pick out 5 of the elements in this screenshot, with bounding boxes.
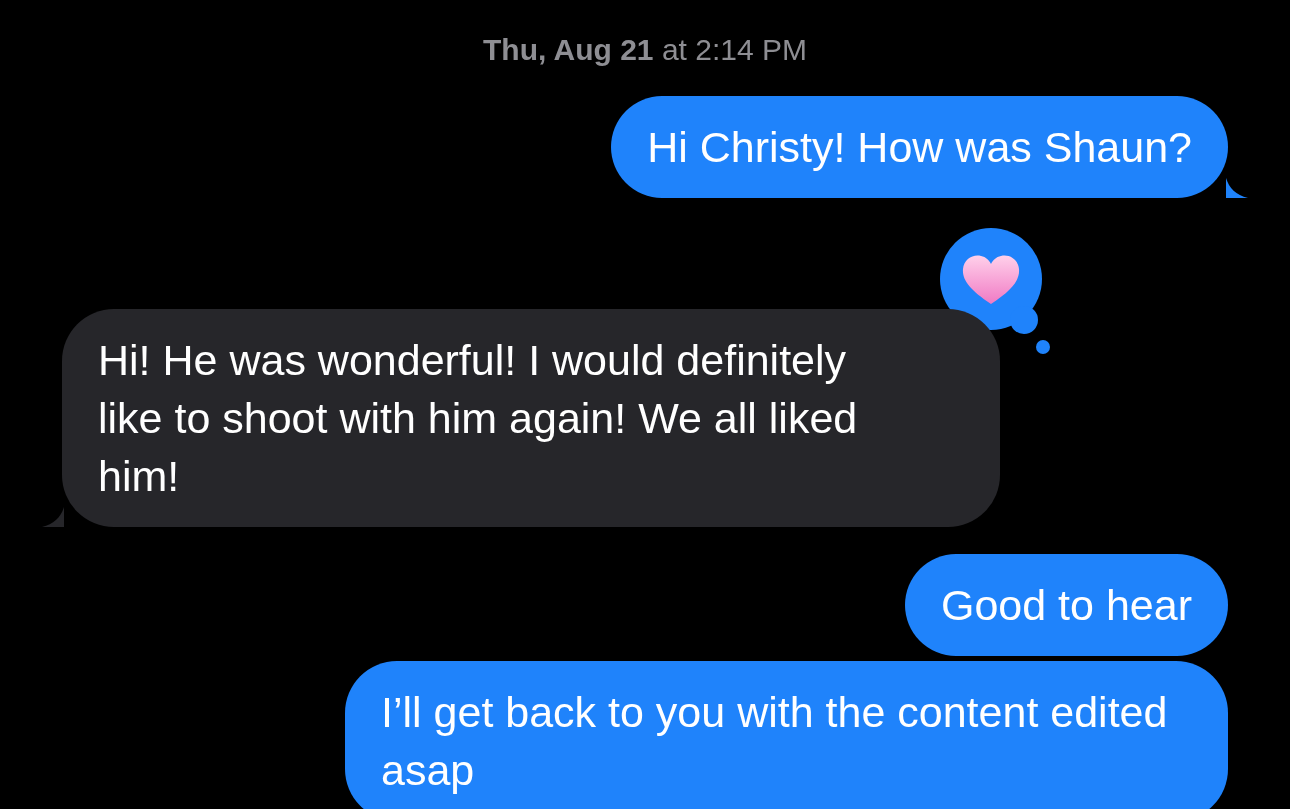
message-bubble: I’ll get back to you with the content edited asap bbox=[345, 661, 1228, 809]
timestamp: Thu, Aug 21 at 2:14 PM bbox=[482, 32, 808, 68]
message-bubble: Hi Christy! How was Shaun? bbox=[611, 96, 1228, 198]
message-bubble: Hi! He was wonderful! I would definitely like to shoot with him again! We all liked him! bbox=[62, 309, 1000, 527]
message-bubble: Good to hear bbox=[905, 554, 1228, 656]
